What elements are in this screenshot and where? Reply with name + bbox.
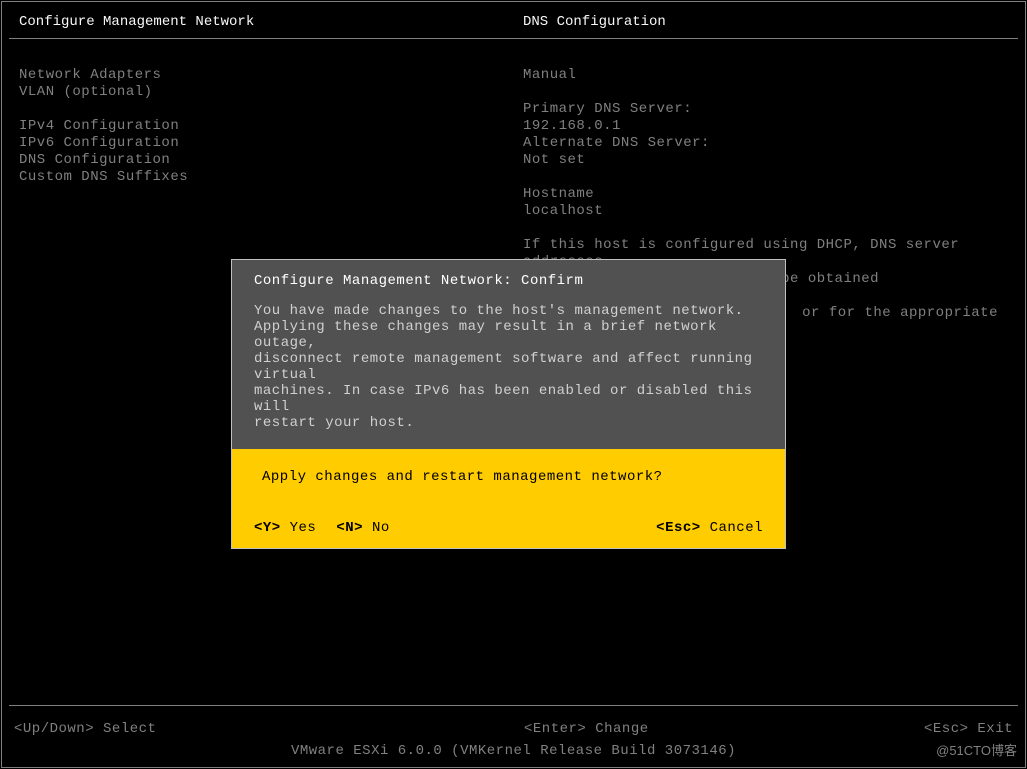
info-primary-value: 192.168.0.1 xyxy=(523,118,998,135)
info-alternate-value: Not set xyxy=(523,152,998,169)
no-button[interactable]: <N> No xyxy=(336,520,389,536)
cancel-button[interactable]: <Esc> Cancel xyxy=(656,520,763,536)
dialog-prompt: Apply changes and restart management net… xyxy=(232,449,785,495)
header-left-title: Configure Management Network xyxy=(19,14,523,30)
info-spacer xyxy=(523,84,998,101)
cancel-key: <Esc> xyxy=(656,520,701,536)
divider-bottom xyxy=(9,705,1018,706)
no-label: No xyxy=(363,520,390,536)
menu-item-ipv4[interactable]: IPv4 Configuration xyxy=(19,118,523,135)
menu-item-network-adapters[interactable]: Network Adapters xyxy=(19,67,523,84)
info-spacer3 xyxy=(523,220,998,237)
info-primary-label: Primary DNS Server: xyxy=(523,101,998,118)
info-alternate-label: Alternate DNS Server: xyxy=(523,135,998,152)
confirm-dialog: Configure Management Network: Confirm Yo… xyxy=(231,259,786,549)
menu-item-ipv6[interactable]: IPv6 Configuration xyxy=(19,135,523,152)
dialog-body-text: You have made changes to the host's mana… xyxy=(254,303,752,431)
no-key: <N> xyxy=(336,520,363,536)
info-hostname-value: localhost xyxy=(523,203,998,220)
cancel-label: Cancel xyxy=(701,520,763,536)
dialog-body: You have made changes to the host's mana… xyxy=(232,297,785,449)
info-spacer2 xyxy=(523,169,998,186)
header-right-title: DNS Configuration xyxy=(523,14,1008,30)
menu-item-custom-suffixes[interactable]: Custom DNS Suffixes xyxy=(19,169,523,186)
info-hostname-label: Hostname xyxy=(523,186,998,203)
header: Configure Management Network DNS Configu… xyxy=(0,0,1027,38)
dialog-title: Configure Management Network: Confirm xyxy=(232,260,785,297)
dialog-footer: <Y> Yes <N> No <Esc> Cancel xyxy=(232,495,785,548)
dialog-spacer xyxy=(410,520,656,536)
info-mode: Manual xyxy=(523,67,998,84)
menu-item-dns-config[interactable]: DNS Configuration xyxy=(19,152,523,169)
watermark: @51CTO博客 xyxy=(936,740,1017,759)
version-bar: VMware ESXi 6.0.0 (VMKernel Release Buil… xyxy=(0,743,1027,759)
menu-item-vlan[interactable]: VLAN (optional) xyxy=(19,84,523,101)
yes-label: Yes xyxy=(281,520,317,536)
footer-hint-select: <Up/Down> Select xyxy=(14,721,524,737)
menu-spacer xyxy=(19,101,523,118)
yes-key: <Y> xyxy=(254,520,281,536)
footer-hint-exit: <Esc> Exit xyxy=(924,721,1013,737)
footer-hint-change: <Enter> Change xyxy=(524,721,924,737)
yes-button[interactable]: <Y> Yes xyxy=(254,520,316,536)
footer-bar: <Up/Down> Select <Enter> Change <Esc> Ex… xyxy=(14,721,1013,737)
